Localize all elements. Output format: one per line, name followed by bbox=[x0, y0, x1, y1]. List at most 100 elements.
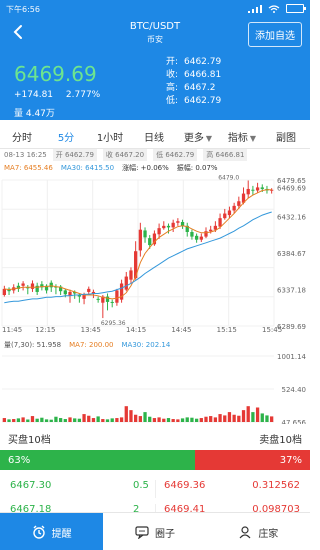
candle-body bbox=[190, 231, 194, 237]
volume-bar bbox=[68, 417, 72, 422]
nav-banker[interactable]: 庄家 bbox=[207, 513, 310, 550]
candle-body bbox=[129, 270, 133, 280]
candle-info-bar: 08-13 16:25 开 6462.79 收 6467.20 低 6462.7… bbox=[0, 149, 310, 161]
candle-body bbox=[162, 225, 166, 229]
volume-bar bbox=[49, 419, 53, 422]
candle-body bbox=[213, 225, 218, 230]
candle-body bbox=[124, 276, 128, 290]
nav-label: 圈子 bbox=[154, 528, 175, 540]
candle-body bbox=[110, 301, 114, 303]
tab-1hour[interactable]: 1小时 bbox=[88, 129, 132, 144]
nav-circle[interactable]: 圈子 bbox=[103, 513, 206, 550]
volume-bar bbox=[199, 418, 203, 422]
volume-bar bbox=[171, 419, 175, 422]
change-percent: 2.777% bbox=[65, 90, 101, 100]
divider bbox=[155, 480, 156, 498]
close-pill: 收 6467.20 bbox=[102, 149, 148, 161]
tab-timeshare[interactable]: 分时 bbox=[0, 129, 44, 144]
candle-body bbox=[176, 221, 180, 223]
candle-body bbox=[82, 295, 86, 299]
volume-bar bbox=[185, 417, 189, 422]
chat-bubble-icon bbox=[135, 526, 149, 539]
candle-body bbox=[194, 235, 199, 240]
candlestick-chart[interactable]: 6479.656469.696432.166384.676337.186289.… bbox=[0, 174, 310, 336]
status-time: 下午6:56 bbox=[6, 5, 40, 14]
interval-tabs: 分时 5分 1小时 日线 更多 ▼ 指标 ▼ 副图 bbox=[0, 124, 310, 152]
low-value: 6462.79 bbox=[184, 96, 222, 106]
alarm-clock-icon bbox=[32, 525, 45, 539]
volume-bar bbox=[237, 415, 241, 422]
volume-bar bbox=[166, 418, 171, 422]
status-bar: 下午6:56 bbox=[0, 0, 310, 18]
candle-body bbox=[209, 229, 213, 232]
buy-ratio: 63% bbox=[0, 450, 196, 470]
change-value: +174.81 bbox=[14, 90, 54, 100]
volume-bar bbox=[138, 416, 142, 422]
volume-bar bbox=[73, 418, 77, 422]
nav-alert[interactable]: 提醒 bbox=[0, 513, 104, 550]
volume-bar bbox=[129, 410, 133, 422]
tab-daily[interactable]: 日线 bbox=[132, 129, 176, 144]
add-watchlist-button[interactable]: 添加自选 bbox=[248, 22, 302, 47]
app: 下午6:56 BTC/USDT 币安 添加自选 6469.69 +174.81 … bbox=[0, 0, 310, 550]
battery-icon bbox=[286, 4, 306, 13]
time-axis-label: 15:15 bbox=[216, 326, 237, 334]
candle-date: 08-13 16:25 bbox=[4, 151, 47, 159]
orderbook-row[interactable]: 6467.30 0.5 6469.36 0.312562 bbox=[0, 480, 310, 498]
volume-bar bbox=[162, 418, 166, 422]
volume-bar bbox=[7, 419, 11, 422]
tab-more[interactable]: 更多 ▼ bbox=[176, 129, 220, 144]
signal-icon bbox=[248, 4, 262, 13]
high-pill: 高 6466.81 bbox=[203, 149, 248, 161]
volume-bar bbox=[21, 417, 25, 422]
candle-body bbox=[49, 282, 53, 288]
sell-ratio: 37% bbox=[195, 450, 310, 470]
volume-bar bbox=[105, 419, 110, 422]
volume-bar bbox=[124, 406, 128, 422]
chevron-down-icon: ▼ bbox=[249, 133, 257, 143]
tab-label: 日线 bbox=[144, 132, 164, 144]
tab-5min[interactable]: 5分 bbox=[44, 129, 88, 152]
volume-chart[interactable]: 1001.14 524.40 47.656 bbox=[0, 352, 310, 424]
volume-bar bbox=[87, 415, 91, 422]
candle-body bbox=[63, 290, 67, 295]
time-axis-label: 14:45 bbox=[171, 326, 192, 334]
candle-body bbox=[251, 189, 255, 191]
tab-indicator[interactable]: 指标 ▼ bbox=[220, 129, 264, 144]
candle-body bbox=[204, 231, 208, 237]
volume-bar bbox=[251, 412, 255, 422]
tab-label: 指标 bbox=[227, 132, 248, 144]
candle-body bbox=[223, 213, 227, 219]
time-axis-label: 15:45 bbox=[262, 326, 283, 334]
volume-bar bbox=[2, 418, 6, 422]
volume-bar bbox=[16, 418, 21, 422]
volume-bar bbox=[194, 418, 199, 422]
wifi-icon bbox=[268, 4, 280, 13]
change-rate: 涨幅: +0.06% bbox=[122, 164, 169, 172]
candle-body bbox=[246, 188, 250, 195]
sell-qty: 0.312562 bbox=[252, 480, 300, 491]
volume-bar bbox=[213, 417, 218, 422]
time-axis-label: 11:45 bbox=[2, 326, 23, 334]
volume-bar bbox=[143, 412, 147, 422]
volume-bar bbox=[148, 416, 152, 422]
price-stats-panel: 6469.69 +174.81 2.777% 量 4.47万 开: 6462.79… bbox=[0, 48, 310, 120]
price-change: +174.81 2.777% bbox=[14, 90, 100, 100]
candle-body bbox=[105, 296, 110, 302]
volume-bar bbox=[82, 414, 86, 422]
candle-body bbox=[199, 236, 203, 240]
low-pill: 低 6462.79 bbox=[153, 149, 198, 161]
price-axis-label: 6384.67 bbox=[277, 250, 306, 258]
candle-body bbox=[96, 298, 100, 300]
nav-label: 庄家 bbox=[258, 528, 279, 540]
tab-subchart[interactable]: 副图 bbox=[264, 129, 308, 144]
tab-label: 分时 bbox=[12, 132, 32, 144]
low-label: 低: bbox=[166, 96, 179, 106]
volume-bar bbox=[96, 416, 100, 422]
buy-header: 买盘10档 bbox=[8, 434, 51, 446]
price-axis-label: 6469.69 bbox=[277, 185, 306, 193]
volume-bar bbox=[134, 414, 138, 422]
candle-body bbox=[260, 187, 264, 189]
volume-bar bbox=[176, 419, 180, 422]
tab-label: 1小时 bbox=[96, 132, 124, 144]
